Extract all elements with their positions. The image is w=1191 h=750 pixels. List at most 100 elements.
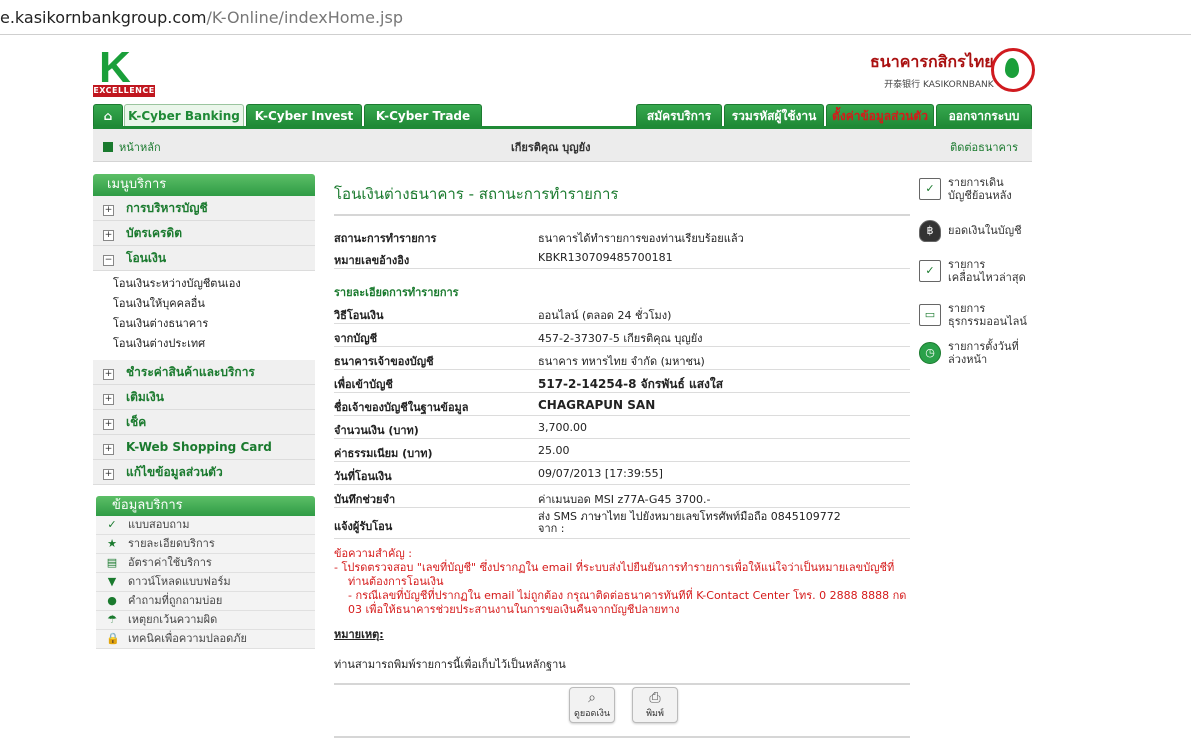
field-label: แจ้งผู้รับโอน (334, 520, 393, 533)
tab-user-ids[interactable]: รวมรหัสผู้ใช้งาน (724, 104, 824, 126)
quick-link-online[interactable]: ▭ รายการ ธุรกรรมออนไลน์ (919, 300, 1029, 338)
info-disclaimer[interactable]: ☂ เหตุยกเว้นความผิด (96, 611, 315, 630)
menu-item-top-up[interactable]: + เติมเงิน (93, 385, 315, 410)
menu-item-label: โอนเงิน (126, 251, 167, 265)
info-questionnaire[interactable]: ✓ แบบสอบถาม (96, 516, 315, 535)
menu-item-cheque[interactable]: + เช็ค (93, 410, 315, 435)
quick-link-statement[interactable]: ✓ รายการเดิน บัญชีย้อนหลัง (919, 176, 1029, 216)
quick-link-line1: รายการ (948, 258, 986, 271)
menu-item-credit-card[interactable]: + บัตรเครดิต (93, 221, 315, 246)
submenu-own-accounts[interactable]: โอนเงินระหว่างบัญชีตนเอง (113, 274, 315, 294)
menu-item-label: K-Web Shopping Card (126, 440, 272, 454)
quick-link-text: รายการ เคลื่อนไหวล่าสุด (948, 258, 1026, 284)
field-account-holder: ชื่อเจ้าของบัญชีในฐานข้อมูล CHAGRAPUN SAN (334, 393, 910, 416)
home-link[interactable]: หน้าหลัก (103, 138, 161, 156)
field-value: 09/07/2013 [17:39:55] (538, 467, 663, 480)
field-label: เพื่อเข้าบัญชี (334, 378, 393, 391)
info-label: อัตราค่าใช้บริการ (128, 556, 212, 569)
tab-personal-settings[interactable]: ตั้งค่าข้อมูลส่วนตัว (826, 104, 934, 126)
computer-icon: ▭ (919, 304, 941, 326)
field-label: ชื่อเจ้าของบัญชีในฐานข้อมูล (334, 401, 469, 414)
contact-bank-link[interactable]: ติดต่อธนาคาร (950, 138, 1018, 156)
tab-register[interactable]: สมัครบริการ (636, 104, 722, 126)
expand-icon: + (103, 444, 114, 455)
info-label: เหตุยกเว้นความผิด (128, 613, 218, 626)
field-label: ธนาคารเจ้าของบัญชี (334, 355, 434, 368)
quick-link-line1: รายการตั้งวันที่ (948, 340, 1019, 353)
expand-icon: + (103, 230, 114, 241)
quick-link-balance[interactable]: ฿ ยอดเงินในบัญชี (919, 218, 1029, 252)
expand-icon: + (103, 394, 114, 405)
info-fees[interactable]: ▤ อัตราค่าใช้บริการ (96, 554, 315, 573)
field-value: 3,700.00 (538, 421, 587, 434)
remark-text: ท่านสามารถพิมพ์รายการนี้เพื่อเก็บไว้เป็น… (334, 658, 566, 671)
submenu-other-bank[interactable]: โอนเงินต่างธนาคาร (113, 314, 315, 334)
info-download-forms[interactable]: ▼ ดาวน์โหลดแบบฟอร์ม (96, 573, 315, 592)
sub-bar: หน้าหลัก เกียรติคุณ บุญยัง ติดต่อธนาคาร (93, 129, 1032, 162)
field-method: วิธีโอนเงิน ออนไลน์ (ตลอด 24 ชั่วโมง) (334, 301, 910, 324)
field-value: ค่าเมนบอด MSI z77A-G45 3700.- (538, 493, 711, 506)
browser-url-bar[interactable]: e.kasikornbankgroup.com/K-Online/indexHo… (0, 0, 1191, 35)
service-menu: เมนูบริการ + การบริหารบัญชี + บัตรเครดิต −… (93, 174, 315, 485)
notice-line-1: - โปรดตรวจสอบ "เลขที่บัญชี" ซึ่งปรากฏใน … (334, 561, 895, 588)
quick-link-line1: รายการเดิน (948, 176, 1004, 189)
home-icon (103, 142, 113, 152)
transfer-status-panel: โอนเงินต่างธนาคาร - สถานะการทำรายการ สถา… (334, 174, 910, 685)
field-label: จำนวนเงิน (บาท) (334, 424, 419, 437)
statement-icon: ✓ (919, 178, 941, 200)
tab-logout[interactable]: ออกจากระบบ (936, 104, 1032, 126)
field-label: จากบัญชี (334, 332, 378, 345)
menu-item-label: การบริหารบัญชี (126, 201, 208, 215)
bank-name-th: ธนาคารกสิกรไทย (870, 52, 994, 71)
ref-label: หมายเลขอ้างอิง (334, 254, 410, 267)
menu-item-edit-profile[interactable]: + แก้ไขข้อมูลส่วนตัว (93, 460, 315, 485)
submenu-other-person[interactable]: โอนเงินให้บุคคลอื่น (113, 294, 315, 314)
notify-from: จาก : (538, 522, 565, 535)
info-security-tips[interactable]: 🔒 เทคนิคเพื่อความปลอดภัย (96, 630, 315, 649)
quick-link-recent[interactable]: ✓ รายการ เคลื่อนไหวล่าสุด (919, 254, 1029, 298)
service-info-title: ข้อมูลบริการ (96, 496, 315, 516)
status-row: สถานะการทำรายการ ธนาคารได้ทำรายการของท่าน… (334, 224, 910, 246)
menu-item-k-web-shopping-card[interactable]: + K-Web Shopping Card (93, 435, 315, 460)
remark-label: หมายเหตุ: (334, 628, 384, 641)
info-service-details[interactable]: ★ รายละเอียดบริการ (96, 535, 315, 554)
field-label: ค่าธรรมเนียม (บาท) (334, 447, 433, 460)
info-faq[interactable]: ● คำถามที่ถูกถามบ่อย (96, 592, 315, 611)
tab-k-cyber-banking[interactable]: K-Cyber Banking (124, 104, 244, 126)
quick-link-text: รายการตั้งวันที่ ล่วงหน้า (948, 340, 1019, 366)
lock-icon: 🔒 (106, 632, 120, 645)
tab-k-cyber-invest[interactable]: K-Cyber Invest (246, 104, 362, 126)
field-amount: จำนวนเงิน (บาท) 3,700.00 (334, 416, 910, 439)
info-label: เทคนิคเพื่อความปลอดภัย (128, 632, 247, 645)
home-tab-icon[interactable]: ⌂ (93, 104, 123, 126)
field-value: ออนไลน์ (ตลอด 24 ชั่วโมง) (538, 309, 672, 322)
url-text[interactable]: e.kasikornbankgroup.com/K-Online/indexHo… (0, 8, 403, 27)
print-button[interactable]: ⎙ พิมพ์ (632, 687, 678, 723)
k-excellence-logo[interactable]: K EXCELLENCE (93, 43, 155, 99)
info-label: คำถามที่ถูกถามบ่อย (128, 594, 223, 607)
status-value: ธนาคารได้ทำรายการของท่านเรียบร้อยแล้ว (538, 232, 744, 245)
expand-icon: + (103, 205, 114, 216)
home-label: หน้าหลัก (119, 141, 161, 154)
tab-k-cyber-trade[interactable]: K-Cyber Trade (364, 104, 482, 126)
submenu-overseas[interactable]: โอนเงินต่างประเทศ (113, 334, 315, 354)
menu-item-bill-payment[interactable]: + ชำระค่าสินค้าและบริการ (93, 360, 315, 385)
menu-item-account-management[interactable]: + การบริหารบัญชี (93, 196, 315, 221)
download-icon: ▼ (107, 575, 117, 588)
view-balance-button[interactable]: ⌕ ดูยอดเงิน (569, 687, 615, 723)
service-info: ข้อมูลบริการ ✓ แบบสอบถาม ★ รายละเอียดบริกา… (96, 496, 315, 649)
url-path: /K-Online/indexHome.jsp (206, 8, 403, 27)
faq-icon: ● (107, 594, 117, 607)
clock-icon: ◷ (919, 342, 941, 364)
field-notify: แจ้งผู้รับโอน ส่ง SMS ภาษาไทย ไปยังหมายเ… (334, 508, 910, 539)
ref-value: KBKR130709485700181 (538, 251, 673, 264)
umbrella-icon: ☂ (107, 613, 117, 626)
field-from-account: จากบัญชี 457-2-37307-5 เกียรติคุณ บุญยัง (334, 324, 910, 347)
notice-line-2: - กรณีเลขที่บัญชีที่ปรากฏใน email ไม่ถูก… (348, 589, 907, 616)
recent-transactions-icon: ✓ (919, 260, 941, 282)
quick-link-scheduled[interactable]: ◷ รายการตั้งวันที่ ล่วงหน้า (919, 340, 1029, 380)
notify-value-block: ส่ง SMS ภาษาไทย ไปยังหมายเลขโทรศัพท์มือถ… (538, 511, 841, 535)
menu-item-transfer[interactable]: − โอนเงิน (93, 246, 315, 271)
quick-link-text: ยอดเงินในบัญชี (948, 224, 1022, 237)
printer-icon: ⎙ (649, 690, 661, 706)
